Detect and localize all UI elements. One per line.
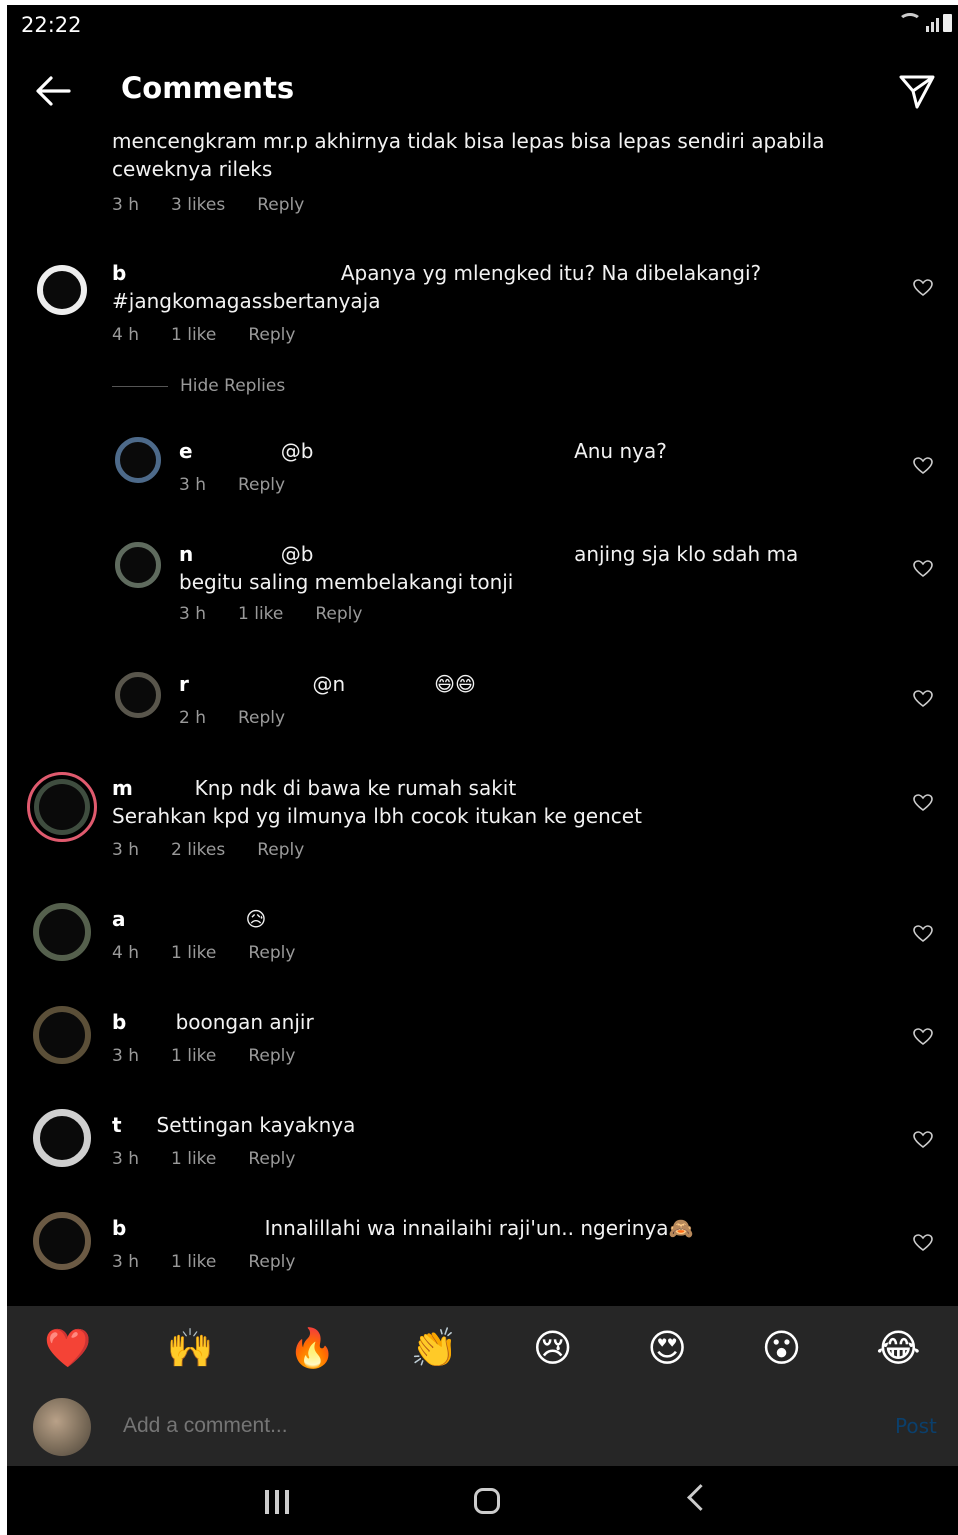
avatar[interactable] [33,903,91,961]
comment-time: 3 h [112,1149,139,1169]
avatar[interactable] [33,1109,91,1167]
comment-meta: 3 h 1 like Reply [112,1046,295,1066]
reaction-raised-hands-emoji[interactable]: 🙌 [167,1329,214,1367]
like-heart-icon[interactable] [913,457,933,475]
comment-likes[interactable]: 3 likes [171,195,225,215]
like-heart-icon[interactable] [913,1234,933,1252]
reaction-heart-emoji[interactable]: ❤️ [44,1329,91,1367]
add-comment-bar: Post [7,1390,958,1466]
reaction-clap-emoji[interactable]: 👏 [411,1329,458,1367]
status-icons [898,13,952,32]
comment-time: 3 h [112,195,139,215]
reply-button[interactable]: Reply [248,1252,295,1272]
reply-button[interactable]: Reply [315,604,362,624]
reply-button[interactable]: Reply [248,943,295,963]
share-icon[interactable] [895,69,939,113]
add-comment-input[interactable] [121,1413,825,1439]
home-icon[interactable] [474,1488,500,1514]
like-heart-icon[interactable] [913,560,933,578]
system-nav-bar [7,1466,958,1535]
avatar[interactable] [37,265,87,315]
comment-time: 4 h [112,943,139,963]
comment-meta: 3 h 1 like Reply [112,1149,295,1169]
comment-time: 3 h [179,475,206,495]
comment-body: mencengkram mr.p akhirnya tidak bisa lep… [112,129,825,181]
comment-meta: 3 h Reply [179,475,285,495]
comment-body: Apanya yg mlengked itu? Na dibelakangi? … [112,261,762,313]
comment-meta: 4 h 1 like Reply [112,943,295,963]
reply-button[interactable]: Reply [248,1046,295,1066]
reply-button[interactable]: Reply [257,195,304,215]
reaction-heart-eyes-emoji[interactable]: 😍 [647,1329,687,1367]
reply-button[interactable]: Reply [238,475,285,495]
reply-button[interactable]: Reply [238,708,285,728]
reaction-surprised-emoji[interactable]: 😮 [762,1329,802,1367]
nav-back-icon[interactable] [687,1484,714,1511]
comment-time: 3 h [179,604,206,624]
reaction-fire-emoji[interactable]: 🔥 [289,1329,336,1367]
comment-body: @b Anu nya? [179,439,667,463]
hide-replies-button[interactable]: Hide Replies [112,376,285,396]
comment-likes[interactable]: 1 like [171,1149,216,1169]
like-heart-icon[interactable] [913,925,933,943]
reaction-bar: ❤️ 🙌 🔥 👏 😢 😍 😮 😂 [7,1306,958,1390]
back-arrow-icon[interactable] [33,71,73,111]
like-heart-icon[interactable] [913,1028,933,1046]
comment-body: Knp ndk di bawa ke rumah sakit Serahkan … [112,776,642,828]
reply-button[interactable]: Reply [248,1149,295,1169]
comment-list[interactable]: mencengkram mr.p akhirnya tidak bisa lep… [7,125,958,1306]
comment-likes[interactable]: 2 likes [171,840,225,860]
comment-meta: 2 h Reply [179,708,285,728]
comment-meta: 3 h 3 likes Reply [112,195,304,215]
page-title: Comments [121,71,295,105]
comment-time: 3 h [112,840,139,860]
comment-likes[interactable]: 1 like [171,325,216,345]
hide-replies-label: Hide Replies [180,376,286,396]
like-heart-icon[interactable] [913,794,933,812]
comment-meta: 3 h 1 like Reply [179,604,362,624]
post-button[interactable]: Post [895,1414,937,1438]
avatar[interactable] [33,1006,91,1064]
reply-button[interactable]: Reply [257,840,304,860]
comment-time: 3 h [112,1046,139,1066]
comment-body: @b anjing sja klo sdah ma begitu saling … [179,542,799,594]
like-heart-icon[interactable] [913,1131,933,1149]
avatar[interactable] [115,672,161,718]
divider-line [112,385,168,387]
comment-meta: 3 h 1 like Reply [112,1252,295,1272]
wifi-icon [898,13,922,32]
comment-body: boongan anjir [112,1010,314,1034]
comments-screen: 22:22 Comments mencengkram mr.p akhirnya… [7,5,958,1535]
avatar[interactable] [115,437,161,483]
comment-body: 😥 [112,907,267,931]
comment-time: 4 h [112,325,139,345]
comment-likes[interactable]: 1 like [171,943,216,963]
comment-meta: 3 h 2 likes Reply [112,840,304,860]
comment-meta: 4 h 1 like Reply [112,325,295,345]
comment-time: 2 h [179,708,206,728]
like-heart-icon[interactable] [913,690,933,708]
comment-body: Innalillahi wa innailaihi raji'un.. nger… [112,1216,694,1240]
story-ring-avatar[interactable] [27,772,97,842]
avatar[interactable] [115,542,161,588]
signal-icon [926,18,939,32]
comment-likes[interactable]: 1 like [171,1046,216,1066]
comment-body: @n 😄😄 [179,672,476,696]
comment-body: Settingan kayaknya [112,1113,356,1137]
reaction-laughing-emoji[interactable]: 😂 [876,1329,920,1367]
reply-button[interactable]: Reply [248,325,295,345]
avatar[interactable] [33,1212,91,1270]
comment-likes[interactable]: 1 like [238,604,283,624]
current-user-avatar [33,1398,91,1456]
comment-likes[interactable]: 1 like [171,1252,216,1272]
like-heart-icon[interactable] [913,279,933,297]
status-time: 22:22 [21,13,82,37]
recent-apps-icon[interactable] [265,1490,289,1514]
comment-time: 3 h [112,1252,139,1272]
battery-icon [943,14,952,32]
reaction-crying-emoji[interactable]: 😢 [533,1329,573,1367]
